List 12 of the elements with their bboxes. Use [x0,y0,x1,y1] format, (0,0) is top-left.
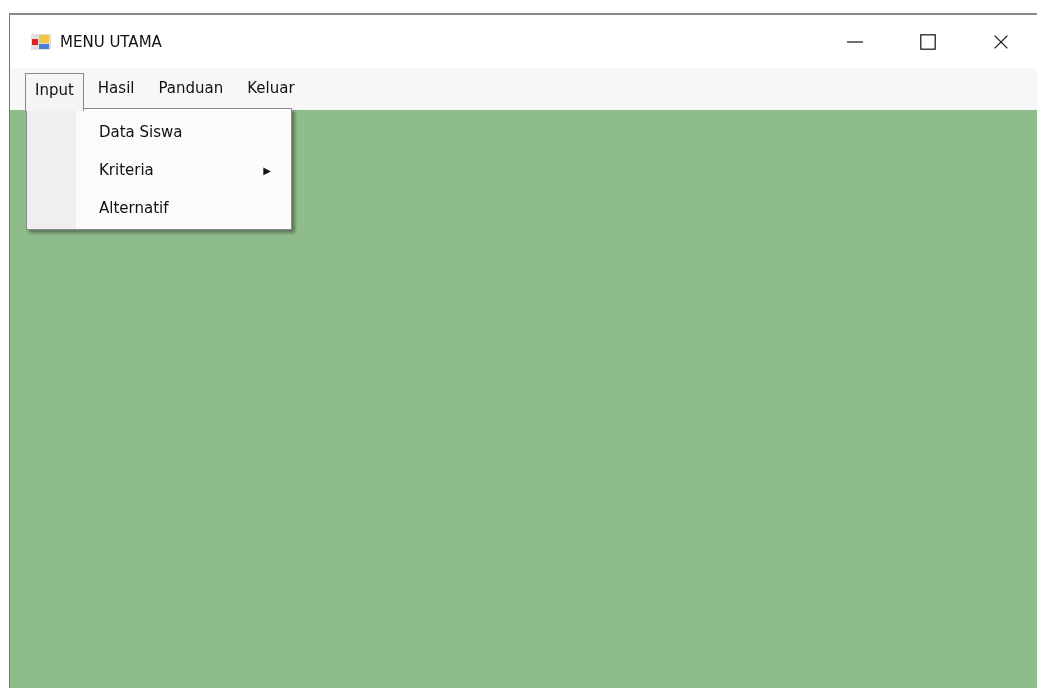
menu-item[interactable]: Input [25,72,84,111]
close-icon[interactable] [993,33,1009,50]
dropdown-item[interactable]: Alternatif [76,189,291,227]
window-title: MENU UTAMA [60,32,162,51]
menu-item[interactable]: Keluar [237,71,305,107]
menu-item[interactable]: Panduan [148,71,234,107]
maximize-icon[interactable] [920,33,936,50]
dropdown-item[interactable]: Data Siswa [76,113,291,151]
app-icon [31,33,51,50]
submenu-arrow-icon: ▶ [263,164,271,176]
menu-item[interactable]: Hasil [87,71,145,107]
dropdown-item[interactable]: Kriteria ▶ [76,151,291,189]
